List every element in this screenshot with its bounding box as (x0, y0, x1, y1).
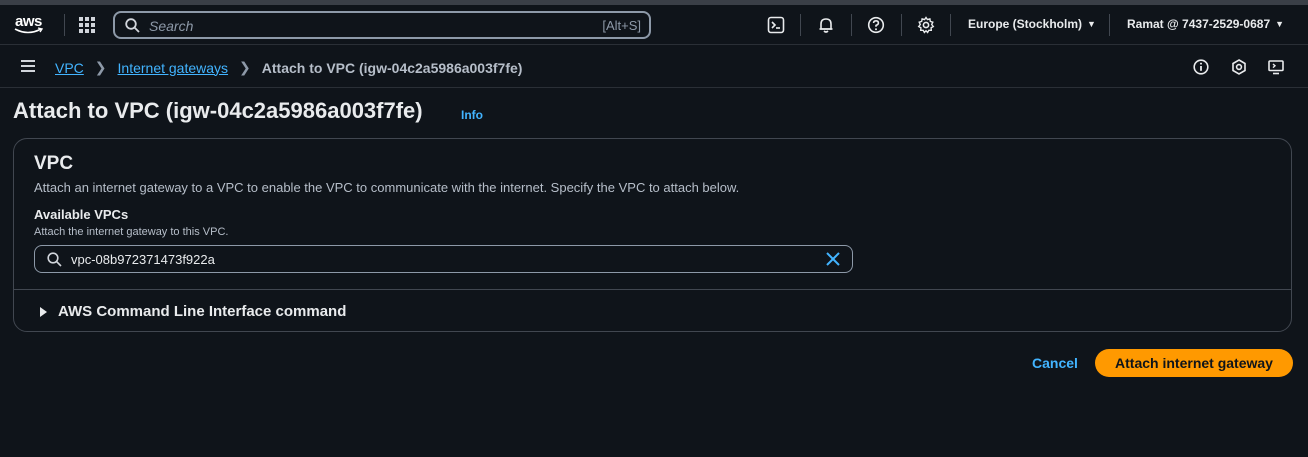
services-grid-icon[interactable] (79, 17, 95, 33)
account-menu[interactable]: Ramat @ 7437-2529-0687 ▼ (1127, 17, 1284, 31)
settings-gear-icon[interactable] (917, 16, 935, 34)
nav-divider (901, 14, 902, 36)
nav-divider (800, 14, 801, 36)
help-icon[interactable] (867, 16, 885, 34)
screen-share-icon[interactable] (1268, 59, 1284, 75)
breadcrumb-link-internet-gateways[interactable]: Internet gateways (118, 60, 229, 76)
search-placeholder: Search (149, 18, 194, 34)
aws-logo[interactable]: aws (14, 13, 48, 37)
global-search-input[interactable]: Search [Alt+S] (113, 11, 651, 39)
info-link[interactable]: Info (461, 108, 483, 122)
feedback-hexagon-icon[interactable] (1231, 59, 1247, 75)
chevron-down-icon: ▼ (1275, 19, 1285, 29)
search-shortcut-hint: [Alt+S] (602, 18, 641, 33)
search-icon (47, 252, 62, 267)
attach-internet-gateway-button[interactable]: Attach internet gateway (1095, 349, 1293, 377)
vpc-container: VPC Attach an internet gateway to a VPC … (13, 138, 1292, 332)
search-icon (125, 18, 140, 33)
chevron-down-icon: ▼ (1087, 19, 1096, 29)
section-divider (14, 289, 1291, 290)
section-heading: VPC (34, 153, 74, 174)
breadcrumb: VPC ❯ Internet gateways ❯ Attach to VPC … (55, 59, 522, 76)
cancel-button[interactable]: Cancel (1026, 353, 1084, 373)
nav-divider (1109, 14, 1110, 36)
cloudshell-icon[interactable] (767, 16, 785, 34)
cli-command-label: AWS Command Line Interface command (58, 303, 347, 320)
aws-top-navigation: aws Search [Alt+S] Europe (Stockholm) ▼ … (0, 5, 1308, 45)
clear-x-icon[interactable] (825, 251, 841, 267)
breadcrumb-bar: VPC ❯ Internet gateways ❯ Attach to VPC … (0, 46, 1308, 88)
menu-hamburger-icon[interactable] (21, 60, 35, 72)
nav-divider (950, 14, 951, 36)
page-title: Attach to VPC (igw-04c2a5986a003f7fe) (13, 98, 423, 123)
aws-smile-icon (14, 27, 44, 34)
chevron-right-icon: ❯ (94, 59, 107, 75)
section-description: Attach an internet gateway to a VPC to e… (34, 180, 740, 195)
caret-right-icon (40, 306, 47, 317)
region-label: Europe (Stockholm) (968, 17, 1083, 31)
account-label: Ramat @ 7437-2529-0687 (1127, 17, 1271, 31)
cli-command-expander[interactable]: AWS Command Line Interface command (40, 303, 346, 320)
available-vpcs-label: Available VPCs (34, 207, 129, 222)
selected-vpc-value: vpc-08b972371473f922a (71, 252, 215, 267)
chevron-right-icon: ❯ (239, 59, 251, 75)
info-circle-icon[interactable] (1193, 59, 1209, 75)
breadcrumb-link-vpc[interactable]: VPC (55, 60, 84, 76)
nav-divider (64, 14, 65, 36)
breadcrumb-current: Attach to VPC (igw-04c2a5986a003f7fe) (261, 59, 523, 76)
notifications-bell-icon[interactable] (817, 16, 835, 34)
nav-divider (851, 14, 852, 36)
region-selector[interactable]: Europe (Stockholm) ▼ (968, 17, 1096, 31)
available-vpcs-select[interactable]: vpc-08b972371473f922a (34, 245, 853, 273)
available-vpcs-description: Attach the internet gateway to this VPC. (34, 226, 229, 238)
